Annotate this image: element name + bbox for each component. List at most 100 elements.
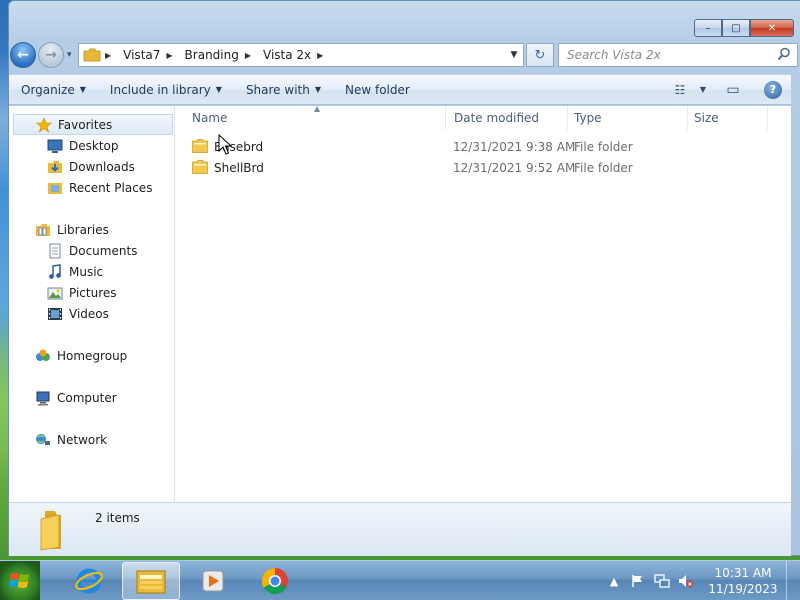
table-row[interactable]: Basebrd 12/31/2021 9:38 AM File folder xyxy=(188,136,778,157)
libraries-icon xyxy=(35,222,51,238)
file-list: ▲ Name Date modified Type Size Basebrd 1… xyxy=(176,104,791,502)
organize-label: Organize xyxy=(21,82,75,97)
sidebar-item-pictures[interactable]: Pictures xyxy=(9,282,117,303)
folder-icon xyxy=(192,139,208,153)
include-in-library-label: Include in library xyxy=(109,82,211,97)
column-header-date-modified[interactable]: Date modified xyxy=(446,106,568,130)
column-header-size[interactable]: Size xyxy=(688,106,768,130)
file-date: 12/31/2021 9:52 AM xyxy=(453,160,576,175)
sidebar-item-downloads[interactable]: Downloads xyxy=(9,156,135,177)
new-folder-label: New folder xyxy=(345,82,410,97)
share-with-button[interactable]: Share with ▼ xyxy=(234,75,333,104)
share-with-label: Share with xyxy=(245,82,310,97)
chrome-icon xyxy=(261,567,289,595)
sidebar-item-label: Computer xyxy=(57,390,117,405)
taskbar-windows-explorer[interactable] xyxy=(122,562,180,600)
sidebar-item-music[interactable]: Music xyxy=(9,261,103,282)
include-in-library-button[interactable]: Include in library ▼ xyxy=(98,75,234,104)
sidebar-item-label: Network xyxy=(57,432,108,447)
desktop-icon xyxy=(47,138,63,154)
column-header-name[interactable]: Name xyxy=(176,106,446,130)
homegroup-icon xyxy=(35,348,51,364)
sidebar-item-recent-places[interactable]: Recent Places xyxy=(9,177,152,198)
address-row: ← → ▾ ▶ Vista7 ▶ Branding ▶ Vista 2x ▶ ▼… xyxy=(10,42,798,70)
taskbar-chrome[interactable] xyxy=(246,562,304,600)
help-button[interactable]: ? xyxy=(755,75,791,104)
search-input[interactable]: Search Vista 2x xyxy=(558,43,798,67)
sidebar-item-label: Downloads xyxy=(69,159,135,174)
table-row[interactable]: ShellBrd 12/31/2021 9:52 AM File folder xyxy=(188,157,778,178)
maximize-button[interactable]: □ xyxy=(722,19,750,37)
search-placeholder: Search Vista 2x xyxy=(567,48,661,62)
minimize-button[interactable]: – xyxy=(694,19,722,37)
mouse-cursor-icon xyxy=(218,134,232,155)
folder-icon xyxy=(83,48,101,62)
sidebar-item-label: Recent Places xyxy=(69,180,153,195)
command-bar: Organize ▼ Include in library ▼ Share with… xyxy=(9,74,791,105)
music-icon xyxy=(47,263,63,280)
close-button[interactable]: ✕ xyxy=(750,19,794,37)
column-header-label: Size xyxy=(694,111,719,125)
forward-button[interactable]: → xyxy=(38,42,64,68)
network-status-icon[interactable] xyxy=(652,571,672,591)
preview-pane-icon[interactable]: ▭ xyxy=(711,75,755,104)
folder-icon xyxy=(192,160,208,174)
sidebar-item-label: Desktop xyxy=(69,138,119,153)
breadcrumb-sep-1[interactable]: ▶ xyxy=(166,51,178,60)
breadcrumb-root[interactable]: ▶ xyxy=(105,51,117,60)
sidebar-item-favorites[interactable]: Favorites xyxy=(13,114,173,135)
address-dropdown-button[interactable]: ▼ xyxy=(505,44,523,66)
file-type: File folder xyxy=(574,139,633,154)
sidebar-item-computer[interactable]: Computer xyxy=(9,387,117,408)
sidebar-item-libraries[interactable]: Libraries xyxy=(9,219,109,240)
details-pane: 2 items xyxy=(9,502,791,556)
breadcrumb-vista7[interactable]: Vista7 xyxy=(123,48,160,62)
network-icon xyxy=(35,432,51,448)
downloads-icon xyxy=(47,159,63,175)
sidebar-item-network[interactable]: Network xyxy=(9,429,107,450)
view-options-chevron-icon[interactable]: ▼ xyxy=(695,75,711,104)
breadcrumb-branding[interactable]: Branding xyxy=(185,48,239,62)
sidebar-item-label: Pictures xyxy=(69,285,117,300)
column-header-type[interactable]: Type xyxy=(568,106,688,130)
sidebar-item-label: Videos xyxy=(69,306,109,321)
sidebar-item-documents[interactable]: Documents xyxy=(9,240,137,261)
sidebar-item-label: Favorites xyxy=(58,117,113,132)
sidebar-item-label: Music xyxy=(69,264,104,279)
column-header-label: Date modified xyxy=(454,111,540,125)
clock[interactable]: 10:31 AM 11/19/2023 xyxy=(704,565,782,597)
start-button[interactable] xyxy=(0,561,40,600)
sidebar-item-desktop[interactable]: Desktop xyxy=(9,135,119,156)
search-icon[interactable] xyxy=(777,47,791,61)
documents-icon xyxy=(47,243,63,259)
computer-icon xyxy=(35,390,51,406)
window-controls: – □ ✕ xyxy=(694,19,794,37)
taskbar-media-player[interactable] xyxy=(184,562,242,600)
breadcrumb-sep-2[interactable]: ▶ xyxy=(245,51,257,60)
address-bar[interactable]: ▶ Vista7 ▶ Branding ▶ Vista 2x ▶ ▼ xyxy=(78,43,524,67)
star-icon xyxy=(36,116,52,133)
breadcrumb-sep-3[interactable]: ▶ xyxy=(317,51,329,60)
volume-muted-icon[interactable] xyxy=(676,571,696,591)
file-name: ShellBrd xyxy=(214,160,264,175)
new-folder-button[interactable]: New folder xyxy=(333,75,422,104)
recent-pages-dropdown[interactable]: ▾ xyxy=(67,50,72,60)
breadcrumb-separator-icon: ▶ xyxy=(105,50,112,60)
taskbar-internet-explorer[interactable] xyxy=(60,562,118,600)
change-view-icon[interactable]: ☷ xyxy=(665,75,695,104)
breadcrumb-separator-icon: ▶ xyxy=(244,50,252,60)
column-header-label: Name xyxy=(192,111,228,125)
show-hidden-icons-button[interactable]: ▲ xyxy=(604,571,624,591)
breadcrumb-label: Branding xyxy=(184,48,239,62)
sidebar-item-homegroup[interactable]: Homegroup xyxy=(9,345,127,366)
navigation-pane: Favorites Desktop Downloads Recent Place… xyxy=(9,106,175,502)
refresh-button[interactable]: ↻ xyxy=(526,43,554,67)
organize-button[interactable]: Organize ▼ xyxy=(9,75,98,104)
breadcrumb-label: Vista7 xyxy=(123,48,161,62)
show-desktop-button[interactable] xyxy=(786,561,800,600)
sidebar-item-videos[interactable]: Videos xyxy=(9,303,109,324)
action-center-flag-icon[interactable] xyxy=(628,571,648,591)
back-button[interactable]: ← xyxy=(10,42,36,68)
breadcrumb-vista-2x[interactable]: Vista 2x xyxy=(263,48,311,62)
windows-logo-icon xyxy=(9,573,29,588)
